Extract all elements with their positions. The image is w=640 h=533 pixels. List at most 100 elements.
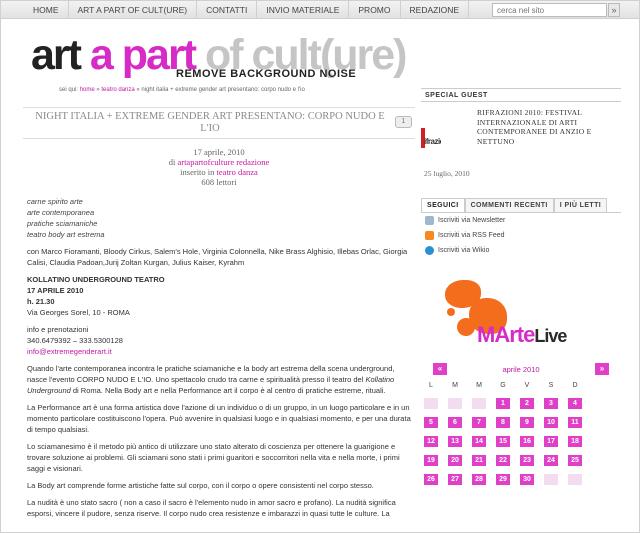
special-guest-item[interactable]: ifrazic RIFRAZIONI 2010: FESTIVAL INTERN… [421, 108, 621, 161]
follow-rss[interactable]: Iscriviti via RSS Feed [425, 228, 621, 243]
nav-art-a-part[interactable]: ART A PART OF CULT(URE) [69, 1, 198, 19]
special-guest-thumbnail[interactable]: ifrazic [421, 123, 441, 161]
post-body: con Marco Fioramanti, Bloody Cirkus, Sal… [27, 246, 415, 519]
calendar-day[interactable]: 7 [472, 417, 486, 428]
calendar-day[interactable]: 5 [424, 417, 438, 428]
search-button[interactable]: » [608, 3, 620, 17]
calendar-day[interactable]: 28 [472, 474, 486, 485]
calendar-day[interactable]: 1 [496, 398, 510, 409]
nav-invio-materiale[interactable]: INVIO MATERIALE [257, 1, 350, 19]
calendar-day[interactable]: 16 [520, 436, 534, 447]
paragraph-5: La nudità è uno stato sacro ( non a caso… [27, 498, 396, 518]
tab-piu-letti[interactable]: I PIÙ LETTI [553, 198, 608, 212]
calendar-day[interactable]: 8 [496, 417, 510, 428]
paragraph-1a: Quando l'arte contemporanea incontra le … [27, 364, 395, 384]
paragraph-1c: di Roma. Nella Body art e nella Performa… [70, 386, 386, 395]
calendar-day-header: M [476, 382, 482, 389]
marte-live-banner[interactable]: MArteLive [421, 278, 621, 370]
calendar-empty-cell [568, 474, 582, 485]
splash-blob [447, 308, 455, 316]
sidebar: SPECIAL GUEST ifrazic RIFRAZIONI 2010: F… [421, 82, 621, 485]
calendar-day[interactable]: 17 [544, 436, 558, 447]
calendar-day[interactable]: 26 [424, 474, 438, 485]
info-label: info e prenotazioni [27, 325, 89, 334]
calendar-day-header: L [429, 382, 433, 389]
post-title[interactable]: NIGHT ITALIA + EXTREME GENDER ART PRESEN… [33, 111, 387, 135]
nav-home[interactable]: HOME [1, 1, 69, 19]
calendar-empty-cell [448, 398, 462, 409]
post-tags: carne spirito arte arte contemporanea pr… [27, 196, 415, 240]
nav-contatti[interactable]: CONTATTI [197, 1, 258, 19]
calendar-day[interactable]: 3 [544, 398, 558, 409]
calendar-day[interactable]: 11 [568, 417, 582, 428]
special-guest-title[interactable]: RIFRAZIONI 2010: FESTIVAL INTERNAZIONALE… [477, 108, 617, 161]
thumbnail-text: ifrazic [424, 137, 441, 146]
calendar-grid: L M M G V S D 1 2 3 4 5 6 7 8 9 10 11 12 13 14 15 16 17 18 19 20 21… [424, 382, 621, 485]
calendar-day-header: M [452, 382, 458, 389]
calendar-day[interactable]: 24 [544, 455, 558, 466]
calendar-empty-cell [544, 474, 558, 485]
breadcrumb-prefix: sei qui: [59, 87, 80, 93]
breadcrumb: sei qui: home » teatro danza » night ita… [59, 87, 305, 93]
tag-line: carne spirito arte [27, 197, 83, 206]
calendar-day[interactable]: 6 [448, 417, 462, 428]
calendar-day[interactable]: 10 [544, 417, 558, 428]
calendar-day[interactable]: 2 [520, 398, 534, 409]
tab-commenti-recenti[interactable]: COMMENTI RECENTI [464, 198, 554, 212]
comments-bubble-icon[interactable]: 1 [395, 116, 412, 128]
post-author[interactable]: artapartofculture redazione [177, 157, 269, 167]
special-guest-heading: SPECIAL GUEST [421, 88, 621, 102]
phone: 340.6479392 – 333.5300128 [27, 336, 123, 345]
follow-newsletter[interactable]: Iscriviti via Newsletter [425, 213, 621, 228]
calendar-day[interactable]: 18 [568, 436, 582, 447]
calendar-day[interactable]: 25 [568, 455, 582, 466]
follow-label: Iscriviti via RSS Feed [438, 232, 505, 239]
follow-wikio[interactable]: Iscriviti via Wikio [425, 243, 621, 258]
tab-seguici[interactable]: SEGUICI [421, 198, 465, 212]
calendar: « aprile 2010 » L M M G V S D 1 2 3 4 5 6 7 8 9 10 11 12 13… [421, 363, 621, 485]
breadcrumb-current: night italia + extreme gender art presen… [141, 87, 305, 93]
calendar-day[interactable]: 9 [520, 417, 534, 428]
paragraph-1: Quando l'arte contemporanea incontra le … [27, 363, 415, 396]
marte-arte: Arte [494, 322, 535, 347]
nav-promo[interactable]: PROMO [349, 1, 401, 19]
event-address: Via Georges Sorel, 10 - ROMA [27, 308, 130, 317]
calendar-day[interactable]: 27 [448, 474, 462, 485]
paragraph-3: Lo sciamanesimo è il metodo più antico d… [27, 442, 400, 473]
calendar-day[interactable]: 23 [520, 455, 534, 466]
calendar-day[interactable]: 4 [568, 398, 582, 409]
follow-label: Iscriviti via Wikio [438, 247, 490, 254]
calendar-day[interactable]: 21 [472, 455, 486, 466]
tagline: REMOVE BACKGROUND NOISE [176, 68, 357, 80]
follow-list: Iscriviti via Newsletter Iscriviti via R… [421, 213, 621, 258]
email-link[interactable]: info@extremegenderart.it [27, 346, 415, 357]
calendar-day[interactable]: 19 [424, 455, 438, 466]
breadcrumb-home[interactable]: home [80, 87, 95, 93]
marte-live-text: MArteLive [477, 322, 567, 348]
calendar-day[interactable]: 13 [448, 436, 462, 447]
calendar-day[interactable]: 12 [424, 436, 438, 447]
venue: KOLLATINO UNDERGROUND TEATRO [27, 275, 165, 284]
post-author-line: di artapartofculture redazione [23, 157, 415, 167]
calendar-day[interactable]: 22 [496, 455, 510, 466]
calendar-day[interactable]: 20 [448, 455, 462, 466]
nav-redazione[interactable]: REDAZIONE [401, 1, 470, 19]
tag-line: teatro body art estrema [27, 230, 105, 239]
post-title-box: NIGHT ITALIA + EXTREME GENDER ART PRESEN… [23, 107, 415, 139]
post-category[interactable]: teatro danza [217, 167, 258, 177]
calendar-empty-cell [472, 398, 486, 409]
tag-line: pratiche sciamaniche [27, 219, 98, 228]
calendar-day[interactable]: 14 [472, 436, 486, 447]
page: HOME ART A PART OF CULT(URE) CONTATTI IN… [0, 0, 640, 533]
splash-blob [457, 318, 475, 336]
event-time: h. 21.30 [27, 297, 55, 306]
calendar-day-header: D [572, 382, 578, 389]
calendar-day-header: V [524, 382, 530, 389]
search-input[interactable] [492, 3, 607, 17]
breadcrumb-category[interactable]: teatro danza [101, 87, 134, 93]
calendar-day[interactable]: 30 [520, 474, 534, 485]
post-category-line: inserito in teatro danza [23, 167, 415, 177]
calendar-day[interactable]: 15 [496, 436, 510, 447]
calendar-day[interactable]: 29 [496, 474, 510, 485]
cast-list: con Marco Fioramanti, Bloody Cirkus, Sal… [27, 247, 408, 267]
